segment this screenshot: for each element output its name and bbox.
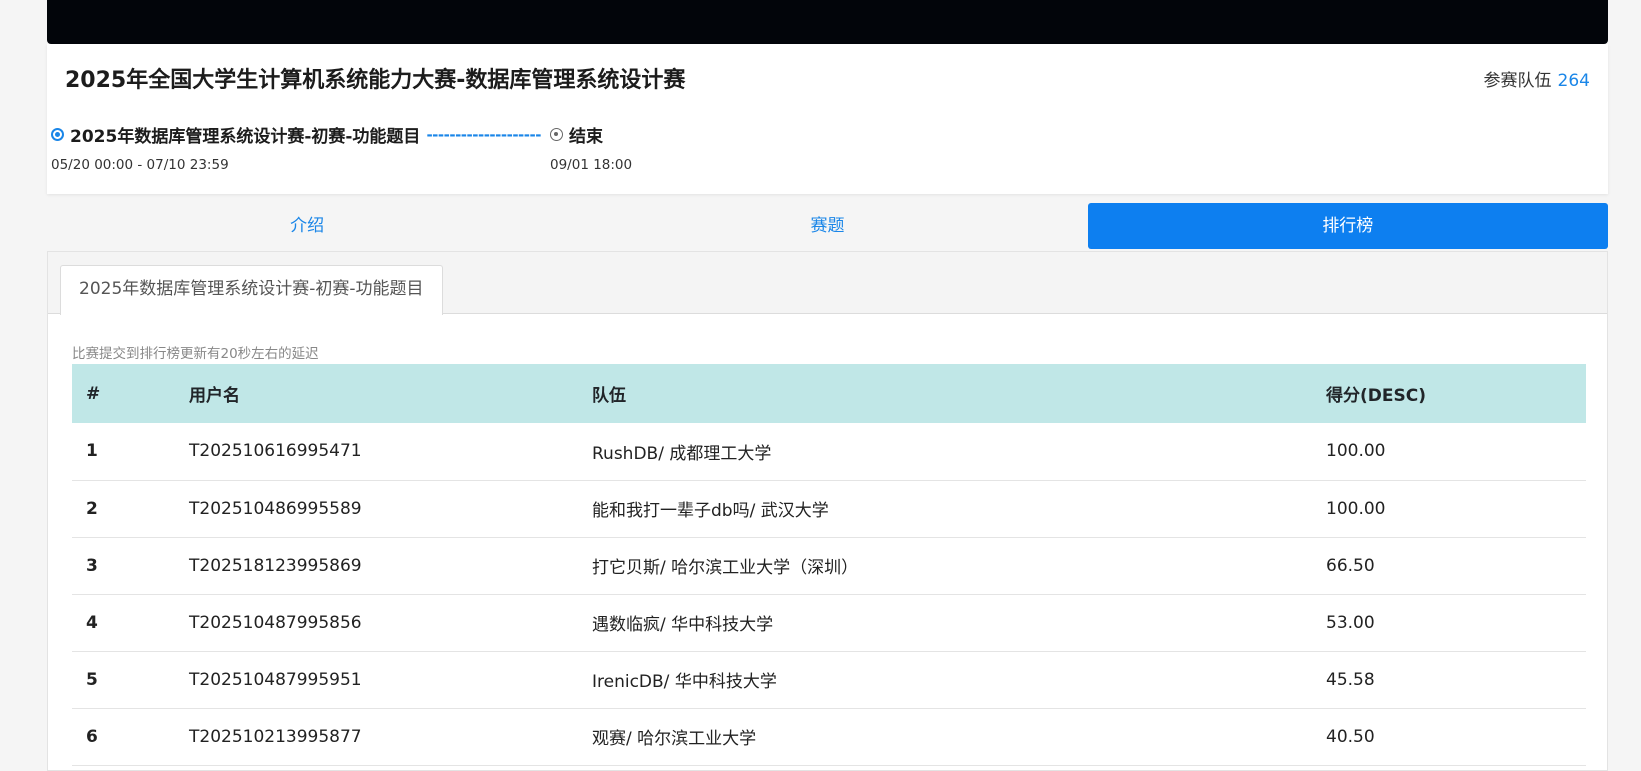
- page-wrapper: 2025年全国大学生计算机系统能力大赛-数据库管理系统设计赛 参赛队伍 264 2…: [47, 0, 1608, 771]
- username-cell: T202518123995869: [175, 537, 578, 595]
- subtab-preliminary[interactable]: 2025年数据库管理系统设计赛-初赛-功能题目: [60, 265, 443, 315]
- table-row: 4 T202510487995856 遇数临疯/ 华中科技大学 53.00: [72, 594, 1586, 652]
- team-cell: 遇数临疯/ 华中科技大学: [578, 594, 1312, 652]
- timeline-stage-end[interactable]: 结束 09/01 18:00: [550, 122, 632, 173]
- tab-leaderboard[interactable]: 排行榜: [1087, 203, 1608, 249]
- team-cell: IrenicDB/ 华中科技大学: [578, 651, 1312, 709]
- header-score[interactable]: 得分(DESC): [1312, 364, 1586, 423]
- subtab-bar: 2025年数据库管理系统设计赛-初赛-功能题目: [48, 252, 1607, 315]
- score-cell: 53.00: [1312, 594, 1586, 652]
- team-count: 参赛队伍 264: [1484, 66, 1590, 91]
- username-cell: T202510487995856: [175, 594, 578, 652]
- username-cell: T202510486995589: [175, 480, 578, 538]
- team-cell: 观赛/ 哈尔滨工业大学: [578, 708, 1312, 766]
- stage-time: 09/01 18:00: [550, 157, 633, 173]
- main-tabs: 介绍 赛题 排行榜: [47, 203, 1608, 249]
- score-cell: 100.00: [1312, 480, 1586, 538]
- header-username: 用户名: [175, 364, 578, 423]
- timeline-connector: --------------------: [426, 125, 541, 144]
- table-row: 1 T202510616995471 RushDB/ 成都理工大学 100.00: [72, 423, 1586, 481]
- rank-cell: 2: [72, 480, 175, 538]
- header-team[interactable]: 队伍: [578, 364, 1312, 423]
- stage-radio-icon: [550, 128, 563, 141]
- stage-name: 结束: [569, 127, 603, 147]
- table-row: 6 T202510213995877 观赛/ 哈尔滨工业大学 40.50: [72, 708, 1586, 766]
- update-delay-note: 比赛提交到排行榜更新有20秒左右的延迟: [72, 346, 319, 362]
- score-cell: 66.50: [1312, 537, 1586, 595]
- contest-header: 2025年全国大学生计算机系统能力大赛-数据库管理系统设计赛 参赛队伍 264 2…: [47, 44, 1608, 194]
- tab-intro[interactable]: 介绍: [47, 203, 567, 249]
- table-row: 2 T202510486995589 能和我打一辈子db吗/ 武汉大学 100.…: [72, 480, 1586, 538]
- rank-cell: 1: [72, 423, 175, 481]
- header-rank: #: [72, 364, 175, 423]
- leaderboard-panel: 2025年数据库管理系统设计赛-初赛-功能题目 比赛提交到排行榜更新有20秒左右…: [47, 251, 1608, 771]
- rank-cell: 5: [72, 651, 175, 709]
- top-banner: [47, 0, 1608, 44]
- team-cell: 打它贝斯/ 哈尔滨工业大学（深圳）: [578, 537, 1312, 595]
- team-cell: 能和我打一辈子db吗/ 武汉大学: [578, 480, 1312, 538]
- rank-cell: 6: [72, 708, 175, 766]
- stage-time: 05/20 00:00 - 07/10 23:59: [51, 157, 229, 173]
- timeline-stage-preliminary[interactable]: 2025年数据库管理系统设计赛-初赛-功能题目 ----------------…: [51, 122, 541, 173]
- table-row: 3 T202518123995869 打它贝斯/ 哈尔滨工业大学（深圳） 66.…: [72, 537, 1586, 595]
- stage-name: 2025年数据库管理系统设计赛-初赛-功能题目: [70, 127, 421, 147]
- leaderboard-table: # 用户名 队伍 得分(DESC) 1 T202510616995471 Rus…: [72, 364, 1586, 766]
- rank-cell: 4: [72, 594, 175, 652]
- contest-title: 2025年全国大学生计算机系统能力大赛-数据库管理系统设计赛: [65, 68, 686, 93]
- team-cell: RushDB/ 成都理工大学: [578, 423, 1312, 481]
- active-stage-radio-icon: [51, 128, 64, 141]
- username-cell: T202510616995471: [175, 423, 578, 481]
- username-cell: T202510213995877: [175, 708, 578, 766]
- score-cell: 100.00: [1312, 423, 1586, 481]
- table-header-row: # 用户名 队伍 得分(DESC): [72, 364, 1586, 423]
- team-count-label: 参赛队伍: [1483, 71, 1552, 91]
- score-cell: 45.58: [1312, 651, 1586, 709]
- rank-cell: 3: [72, 537, 175, 595]
- username-cell: T202510487995951: [175, 651, 578, 709]
- table-row: 5 T202510487995951 IrenicDB/ 华中科技大学 45.5…: [72, 651, 1586, 709]
- score-cell: 40.50: [1312, 708, 1586, 766]
- team-count-value: 264: [1557, 71, 1590, 91]
- tab-problems[interactable]: 赛题: [567, 203, 1087, 249]
